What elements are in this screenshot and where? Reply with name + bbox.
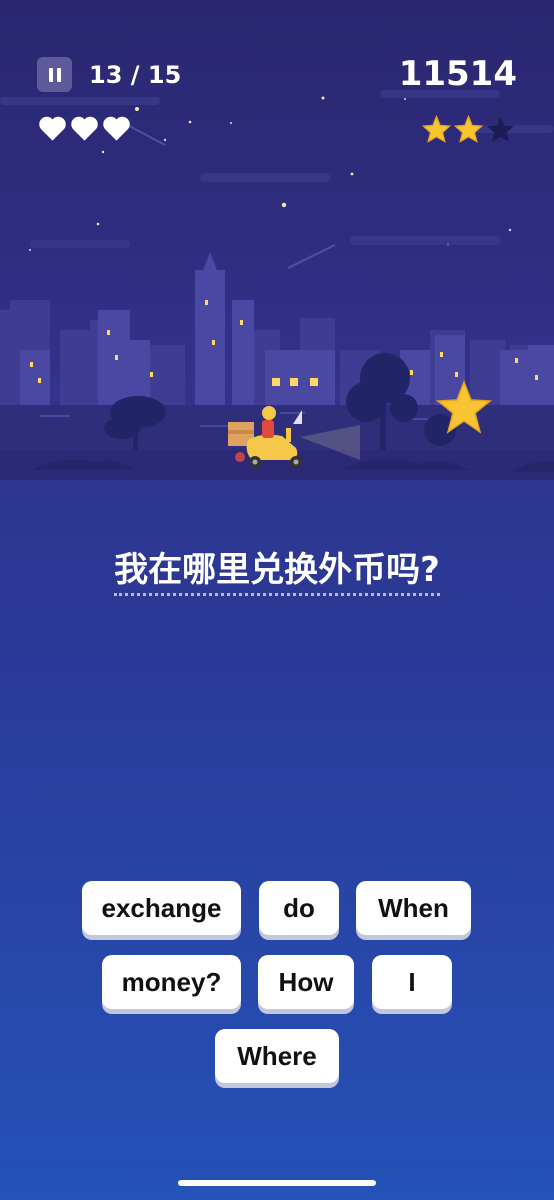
pause-button[interactable] xyxy=(37,57,72,92)
word-tile[interactable]: How xyxy=(258,955,354,1009)
score-display: 11514 xyxy=(398,54,517,94)
question-progress: 13 / 15 xyxy=(89,61,182,89)
answer-drop-line[interactable] xyxy=(36,790,518,792)
word-tile[interactable]: money? xyxy=(102,955,241,1009)
word-tile[interactable]: exchange xyxy=(82,881,241,935)
star-rating xyxy=(422,115,515,143)
question-prompt: 我在哪里兑换外币吗? xyxy=(0,545,554,596)
star-empty-icon xyxy=(486,115,515,143)
word-tile[interactable]: When xyxy=(356,881,471,935)
pause-icon xyxy=(47,67,63,82)
star-filled-icon xyxy=(422,115,451,143)
lives-hearts xyxy=(38,115,131,142)
heart-icon xyxy=(38,115,67,142)
word-tile[interactable]: do xyxy=(259,881,339,935)
word-tile[interactable]: I xyxy=(372,955,452,1009)
heart-icon xyxy=(102,115,131,142)
star-filled-icon xyxy=(454,115,483,143)
word-tile[interactable]: Where xyxy=(215,1029,339,1083)
question-text: 我在哪里兑换外币吗? xyxy=(114,550,440,596)
home-indicator[interactable] xyxy=(178,1180,376,1186)
heart-icon xyxy=(70,115,99,142)
